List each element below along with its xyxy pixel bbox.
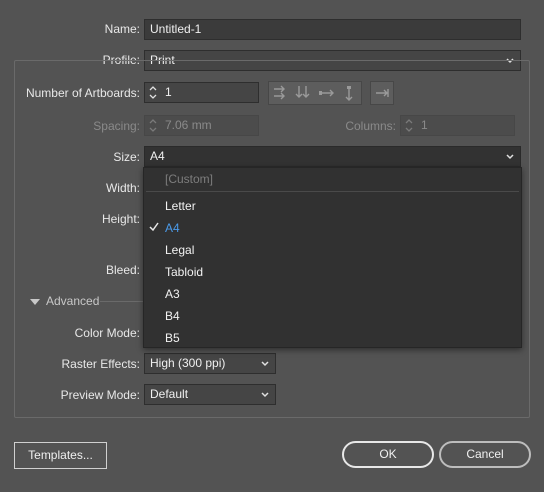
arrange-by-row-icon[interactable] xyxy=(315,82,337,104)
grid-by-column-icon[interactable] xyxy=(292,82,314,104)
size-option-b4[interactable]: B4 xyxy=(144,306,521,326)
checkmark-icon xyxy=(149,222,159,232)
name-input[interactable]: Untitled-1 xyxy=(144,19,521,40)
columns-label: Columns: xyxy=(345,119,396,133)
size-select[interactable]: A4 xyxy=(144,146,521,167)
width-label: Width: xyxy=(105,181,140,195)
size-option-legal[interactable]: Legal xyxy=(144,240,521,260)
artboards-value: 1 xyxy=(165,85,172,99)
artboards-input[interactable]: 1 xyxy=(144,82,259,103)
size-option-a4-label: A4 xyxy=(165,221,180,235)
raster-effects-select[interactable]: High (300 ppi) xyxy=(144,353,276,374)
size-option-a4[interactable]: A4 xyxy=(144,218,521,238)
size-option-a3[interactable]: A3 xyxy=(144,284,521,304)
size-label: Size: xyxy=(113,150,140,164)
ok-button[interactable]: OK xyxy=(342,441,434,468)
artboards-label: Number of Artboards: xyxy=(25,86,140,100)
stepper-icon xyxy=(149,119,157,132)
size-option-letter[interactable]: Letter xyxy=(144,196,521,216)
arrangement-icons-group xyxy=(268,81,362,105)
columns-value: 1 xyxy=(421,118,428,132)
stepper-icon xyxy=(405,119,413,132)
spacing-value: 7.06 mm xyxy=(165,118,212,132)
cancel-button[interactable]: Cancel xyxy=(439,441,531,468)
grid-by-row-icon[interactable] xyxy=(269,82,291,104)
spacing-label: Spacing: xyxy=(93,119,140,133)
bleed-label: Bleed: xyxy=(105,263,140,277)
triangle-down-icon xyxy=(30,299,40,305)
color-mode-label: Color Mode: xyxy=(74,326,140,340)
chevron-down-icon xyxy=(261,392,269,398)
preview-mode-select[interactable]: Default xyxy=(144,384,276,405)
name-label: Name: xyxy=(104,22,140,36)
size-dropdown-menu: [Custom] Letter A4 Legal Tabloid A3 B4 B… xyxy=(143,167,522,348)
advanced-toggle[interactable]: Advanced xyxy=(28,294,99,310)
arrange-by-column-icon[interactable] xyxy=(338,82,360,104)
size-option-custom: [Custom] xyxy=(165,172,214,186)
height-label: Height: xyxy=(101,212,140,226)
templates-button[interactable]: Templates... xyxy=(14,442,107,469)
right-to-left-icon xyxy=(376,89,389,97)
spacing-input[interactable]: 7.06 mm xyxy=(144,115,259,136)
size-value: A4 xyxy=(150,149,165,163)
change-layout-button[interactable] xyxy=(370,81,394,105)
raster-effects-value: High (300 ppi) xyxy=(150,356,226,370)
menu-separator xyxy=(146,191,519,192)
chevron-down-icon xyxy=(261,361,269,367)
advanced-label: Advanced xyxy=(46,294,100,308)
preview-mode-value: Default xyxy=(150,387,189,401)
preview-mode-label: Preview Mode: xyxy=(60,388,140,402)
stepper-icon[interactable] xyxy=(148,84,158,101)
chevron-down-icon xyxy=(506,154,514,160)
raster-effects-label: Raster Effects: xyxy=(61,357,140,371)
size-option-tabloid[interactable]: Tabloid xyxy=(144,262,521,282)
size-option-b5[interactable]: B5 xyxy=(144,328,521,348)
advanced-divider xyxy=(100,301,143,302)
columns-input[interactable]: 1 xyxy=(400,115,515,136)
